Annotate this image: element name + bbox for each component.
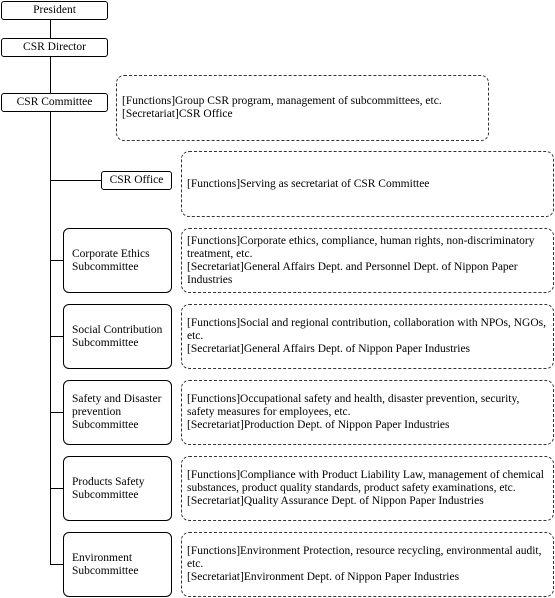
subcommittee-functions: [Functions]Corporate ethics, compliance,… xyxy=(187,234,535,260)
president-box: President xyxy=(1,1,108,20)
subcommittee-functions: [Functions]Compliance with Product Liabi… xyxy=(187,469,544,494)
subcommittee-functions-box: [Functions]Social and regional contribut… xyxy=(181,304,554,369)
subcommittee-secretariat: [Secretariat]Environment Dept. of Nippon… xyxy=(187,571,460,583)
subcommittee-connector xyxy=(50,336,63,337)
subcommittee-functions-box: [Functions]Environment Protection, resou… xyxy=(181,532,554,597)
subcommittee-secretariat: [Secretariat]Quality Assurance Dept. of … xyxy=(187,495,484,507)
subcommittee-functions: [Functions]Environment Protection, resou… xyxy=(187,545,542,570)
subcommittee-box: Safety and Disaster prevention Subcommit… xyxy=(63,380,172,445)
president-label: President xyxy=(33,4,76,16)
committee-secretariat: [Secretariat]CSR Office xyxy=(122,108,233,120)
subcommittee-box: Products Safety Subcommittee xyxy=(63,456,172,521)
subcommittee-connector xyxy=(50,488,63,489)
subcommittee-functions: [Functions]Social and regional contribut… xyxy=(187,317,547,342)
subcommittee-name: Social Contribution Subcommittee xyxy=(72,323,163,349)
committee-functions: [Functions]Group CSR program, management… xyxy=(122,95,442,107)
subcommittee-name: Safety and Disaster prevention Subcommit… xyxy=(72,393,162,431)
director-box: CSR Director xyxy=(1,38,108,57)
office-label: CSR Office xyxy=(109,174,164,186)
committee-box: CSR Committee xyxy=(1,93,108,112)
subcommittee-secretariat: [Secretariat]Production Dept. of Nippon … xyxy=(187,419,450,431)
subcommittee-box: Corporate Ethics Subcommittee xyxy=(63,228,172,293)
subcommittee-functions-box: [Functions]Compliance with Product Liabi… xyxy=(181,456,554,521)
subcommittee-functions-box: [Functions]Corporate ethics, compliance,… xyxy=(181,228,554,293)
committee-label: CSR Committee xyxy=(16,96,93,108)
office-box: CSR Office xyxy=(101,171,172,190)
subcommittee-name: Products Safety Subcommittee xyxy=(72,475,145,501)
subcommittee-functions: [Functions]Occupational safety and healt… xyxy=(187,393,520,418)
subcommittee-box: Environment Subcommittee xyxy=(63,532,172,597)
director-label: CSR Director xyxy=(23,41,86,53)
subcommittee-name: Environment Subcommittee xyxy=(72,551,139,577)
subcommittee-connector xyxy=(50,412,63,413)
subcommittee-secretariat: [Secretariat]General Affairs Dept. and P… xyxy=(187,260,518,286)
subcommittee-name: Corporate Ethics Subcommittee xyxy=(72,247,150,273)
office-connector xyxy=(50,180,101,181)
committee-functions-box: [Functions]Group CSR program, management… xyxy=(116,75,489,141)
subcommittee-connector xyxy=(50,260,63,261)
office-functions: [Functions]Serving as secretariat of CSR… xyxy=(187,177,430,190)
subcommittee-connector xyxy=(50,564,63,565)
subcommittee-functions-box: [Functions]Occupational safety and healt… xyxy=(181,380,554,445)
subcommittee-secretariat: [Secretariat]General Affairs Dept. of Ni… xyxy=(187,343,471,355)
office-functions-box: [Functions]Serving as secretariat of CSR… xyxy=(181,151,554,217)
subcommittee-box: Social Contribution Subcommittee xyxy=(63,304,172,369)
